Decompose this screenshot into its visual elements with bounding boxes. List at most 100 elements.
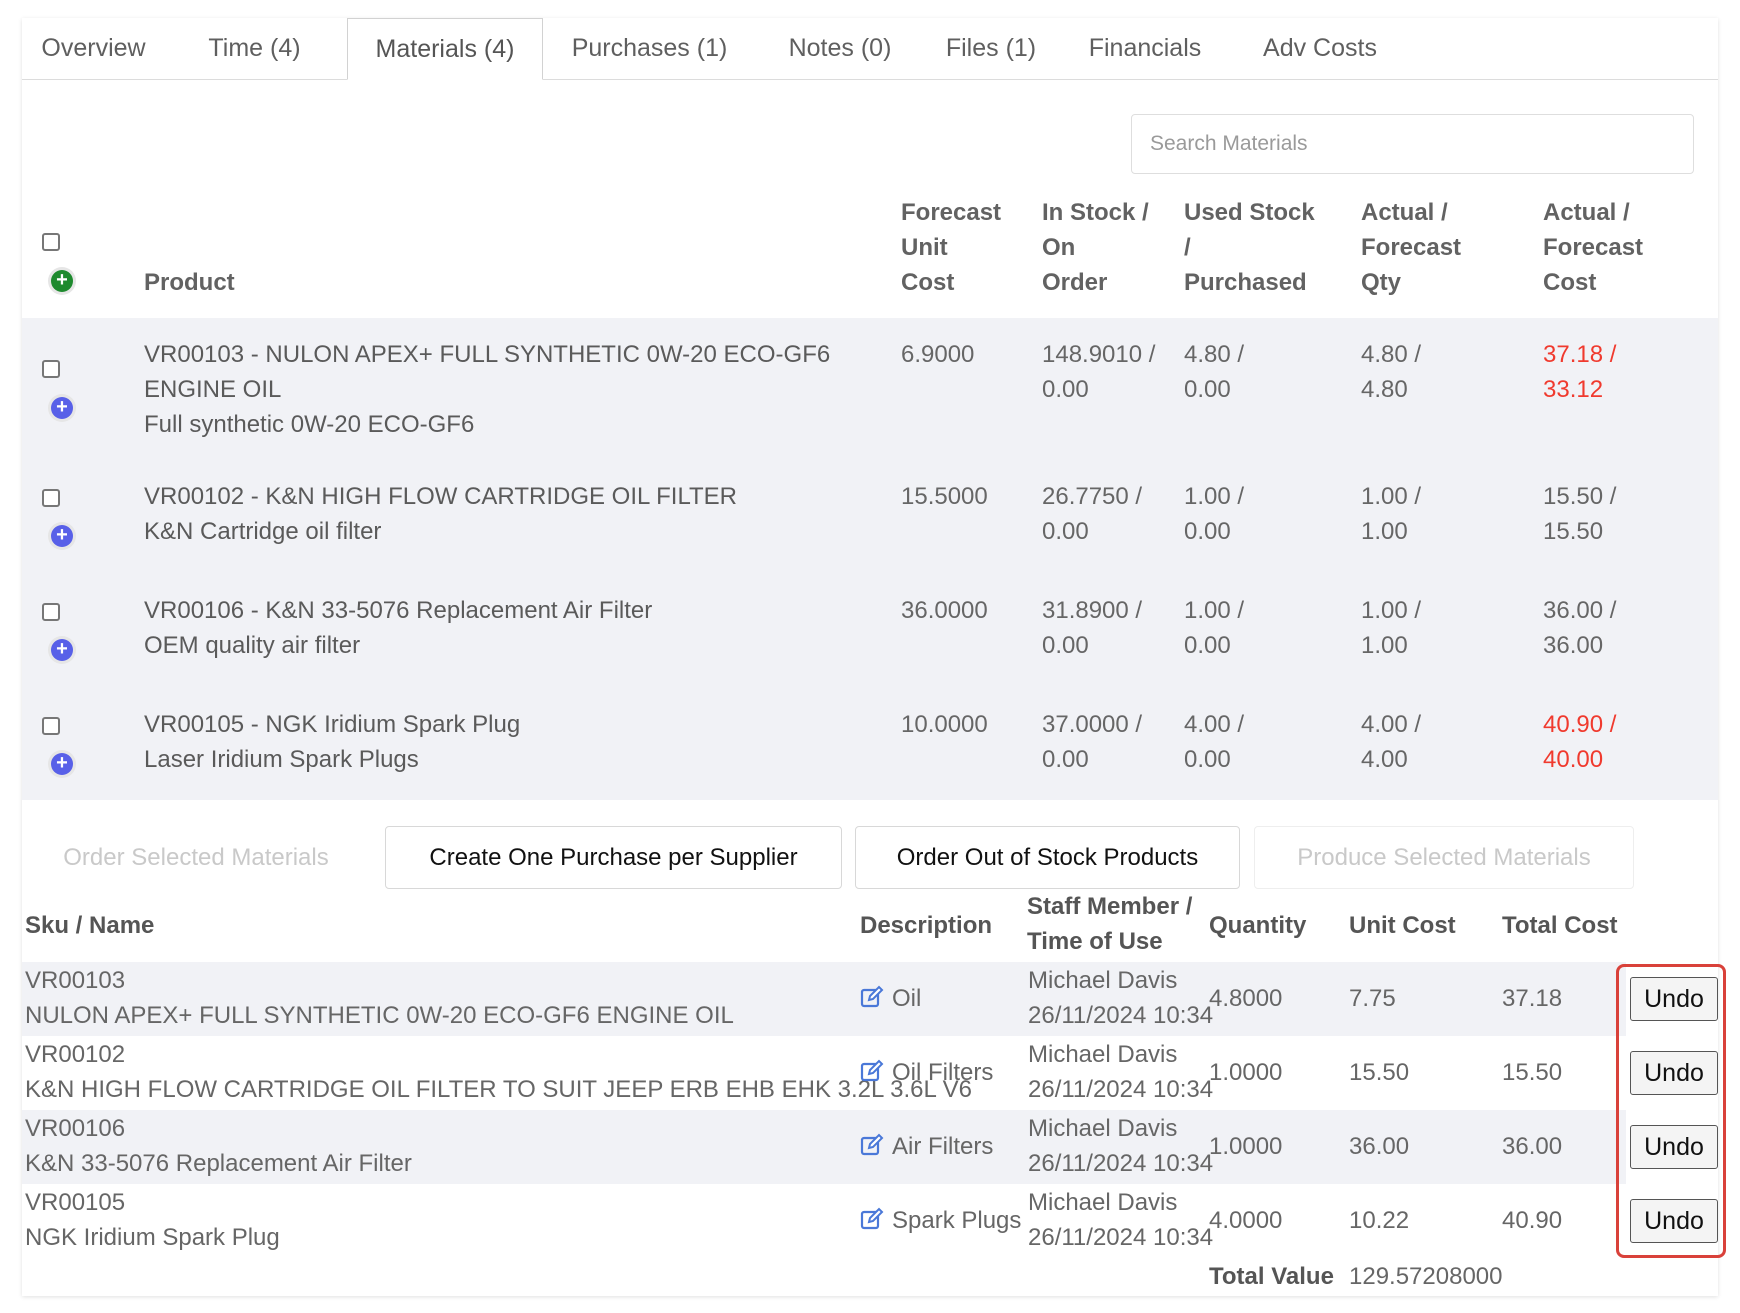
header-actual-forecast-cost: Actual / Forecast Cost	[1543, 199, 1644, 296]
tab-notes[interactable]: Notes (0)	[780, 18, 900, 79]
used-stock-purchased: 4.80 /0.00	[1184, 341, 1245, 403]
row-quantity: 4.8000	[1209, 985, 1283, 1012]
tab-files[interactable]: Files (1)	[941, 18, 1041, 79]
row-description: Oil	[892, 985, 922, 1012]
row-staff: Michael Davis	[1028, 967, 1178, 994]
row-staff: Michael Davis	[1028, 1041, 1178, 1068]
row-quantity: 1.0000	[1209, 1133, 1283, 1160]
row-unit-cost: 7.75	[1349, 985, 1396, 1012]
row-checkbox[interactable]	[42, 603, 60, 621]
row-total-cost: 40.90	[1502, 1207, 1563, 1234]
row-total-cost: 36.00	[1502, 1133, 1563, 1160]
row-checkbox[interactable]	[42, 489, 60, 507]
add-row-plus-icon[interactable]: +	[51, 639, 73, 661]
table-row: VR00106 K&N 33-5076 Replacement Air Filt…	[22, 1110, 1626, 1184]
in-stock-on-order: 31.8900 /0.00	[1042, 597, 1143, 659]
add-row-plus-icon[interactable]: +	[51, 753, 73, 775]
add-row-plus-icon[interactable]: +	[51, 525, 73, 547]
material-title: VR00103 - NULON APEX+ FULL SYNTHETIC 0W-…	[144, 341, 831, 438]
row-description: Oil Filters	[892, 1059, 994, 1086]
edit-icon[interactable]	[860, 1207, 884, 1231]
header-forecast-unit-cost: Forecast Unit Cost	[901, 199, 1002, 296]
used-stock-purchased: 1.00 /0.00	[1184, 597, 1245, 659]
row-unit-cost: 10.22	[1349, 1207, 1410, 1234]
row-description: Spark Plugs	[892, 1207, 1022, 1234]
create-one-purchase-per-supplier-button[interactable]: Create One Purchase per Supplier	[385, 826, 842, 889]
search-materials-input[interactable]	[1131, 114, 1694, 174]
forecast-unit-cost: 36.0000	[901, 597, 988, 624]
total-value-label: Total Value	[1209, 1263, 1334, 1290]
used-stock-purchased: 1.00 /0.00	[1184, 483, 1245, 545]
row-quantity: 1.0000	[1209, 1059, 1283, 1086]
in-stock-on-order: 37.0000 /0.00	[1042, 711, 1143, 773]
in-stock-on-order: 148.9010 /0.00	[1042, 341, 1156, 403]
actual-forecast-cost: 36.00 /36.00	[1543, 597, 1617, 659]
edit-icon[interactable]	[860, 1133, 884, 1157]
material-title: VR00102 - K&N HIGH FLOW CARTRIDGE OIL FI…	[144, 483, 738, 545]
tab-adv-costs[interactable]: Adv Costs	[1255, 18, 1385, 79]
row-checkbox[interactable]	[42, 360, 60, 378]
produce-selected-materials-button[interactable]: Produce Selected Materials	[1254, 826, 1634, 889]
tab-bar: Overview Time (4) Materials (4) Purchase…	[22, 18, 1718, 80]
forecast-unit-cost: 6.9000	[901, 341, 975, 368]
edit-icon[interactable]	[860, 985, 884, 1009]
row-total-cost: 15.50	[1502, 1059, 1563, 1086]
add-all-plus-icon[interactable]: +	[51, 270, 73, 292]
tab-materials[interactable]: Materials (4)	[347, 18, 543, 80]
actual-forecast-cost: 37.18 /33.12	[1543, 341, 1617, 403]
row-time: 26/11/2024 10:34	[1028, 1224, 1214, 1251]
table-row: VR00105 NGK Iridium Spark Plug Spark Plu…	[22, 1184, 1626, 1258]
tab-time[interactable]: Time (4)	[187, 18, 322, 79]
row-sku: VR00106	[25, 1115, 126, 1142]
forecast-unit-cost: 15.5000	[901, 483, 988, 510]
in-stock-on-order: 26.7750 /0.00	[1042, 483, 1143, 545]
edit-icon[interactable]	[860, 1059, 884, 1083]
row-name: K&N HIGH FLOW CARTRIDGE OIL FILTER TO SU…	[25, 1076, 972, 1103]
table-row: VR00102 K&N HIGH FLOW CARTRIDGE OIL FILT…	[22, 1036, 1626, 1110]
row-sku: VR00103	[25, 967, 126, 994]
header-description: Description	[860, 912, 993, 939]
actual-forecast-qty: 4.80 /4.80	[1361, 341, 1422, 403]
material-title: VR00106 - K&N 33-5076 Replacement Air Fi…	[144, 597, 653, 659]
row-name: NULON APEX+ FULL SYNTHETIC 0W-20 ECO-GF6…	[25, 1002, 734, 1029]
row-staff: Michael Davis	[1028, 1115, 1178, 1142]
tab-financials[interactable]: Financials	[1080, 18, 1210, 79]
row-sku: VR00102	[25, 1041, 126, 1068]
row-description: Air Filters	[892, 1133, 994, 1160]
actual-forecast-cost: 15.50 /15.50	[1543, 483, 1617, 545]
order-selected-materials-button[interactable]: Order Selected Materials	[36, 826, 356, 889]
row-name: NGK Iridium Spark Plug	[25, 1224, 280, 1251]
row-time: 26/11/2024 10:34	[1028, 1002, 1214, 1029]
table-row: VR00103 NULON APEX+ FULL SYNTHETIC 0W-20…	[22, 962, 1626, 1036]
material-title: VR00105 - NGK Iridium Spark Plug Laser I…	[144, 711, 521, 773]
actual-forecast-cost: 40.90 /40.00	[1543, 711, 1617, 773]
row-unit-cost: 15.50	[1349, 1059, 1410, 1086]
row-quantity: 4.0000	[1209, 1207, 1283, 1234]
row-name: K&N 33-5076 Replacement Air Filter	[25, 1150, 412, 1177]
tab-overview[interactable]: Overview	[26, 18, 161, 79]
header-used-stock-purchased: Used Stock / Purchased	[1184, 199, 1315, 296]
header-quantity: Quantity	[1209, 912, 1307, 939]
actual-forecast-qty: 1.00 /1.00	[1361, 597, 1422, 659]
row-checkbox[interactable]	[42, 717, 60, 735]
header-unit-cost: Unit Cost	[1349, 912, 1456, 939]
total-value: 129.57208000	[1349, 1263, 1503, 1290]
forecast-unit-cost: 10.0000	[901, 711, 988, 738]
header-total-cost: Total Cost	[1502, 912, 1618, 939]
order-out-of-stock-products-button[interactable]: Order Out of Stock Products	[855, 826, 1240, 889]
header-staff-time: Staff Member / Time of Use	[1027, 893, 1193, 955]
row-sku: VR00105	[25, 1189, 126, 1216]
header-actual-forecast-qty: Actual / Forecast Qty	[1361, 199, 1462, 296]
actual-forecast-qty: 4.00 /4.00	[1361, 711, 1422, 773]
header-in-stock-on-order: In Stock / On Order	[1042, 199, 1149, 296]
header-product: Product	[144, 269, 235, 296]
row-time: 26/11/2024 10:34	[1028, 1076, 1214, 1103]
row-staff: Michael Davis	[1028, 1189, 1178, 1216]
select-all-checkbox[interactable]	[42, 233, 60, 251]
tab-purchases[interactable]: Purchases (1)	[567, 18, 732, 79]
row-total-cost: 37.18	[1502, 985, 1563, 1012]
add-row-plus-icon[interactable]: +	[51, 397, 73, 419]
header-sku-name: Sku / Name	[25, 912, 155, 939]
row-unit-cost: 36.00	[1349, 1133, 1410, 1160]
undo-highlight-box	[1616, 964, 1726, 1258]
